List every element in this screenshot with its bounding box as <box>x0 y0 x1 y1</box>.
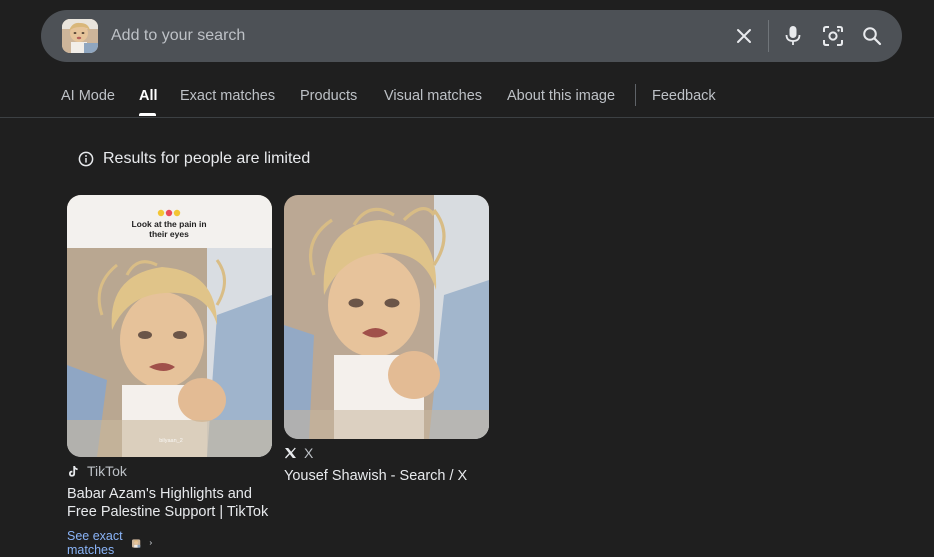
result-source-name: X <box>304 445 314 461</box>
tab-active-indicator <box>139 113 156 116</box>
result-title[interactable]: Babar Azam's Highlights and Free Palesti… <box>67 485 282 521</box>
info-icon <box>78 151 94 167</box>
overlay-caption-line2: their eyes <box>149 229 189 239</box>
tab-products[interactable]: Products <box>300 88 357 104</box>
tabs-divider <box>635 84 636 106</box>
mic-icon[interactable] <box>780 23 806 49</box>
tab-exact-matches[interactable]: Exact matches <box>180 88 275 104</box>
search-bar-divider <box>768 20 769 52</box>
search-image-thumbnail[interactable] <box>62 19 98 53</box>
tab-visual-matches[interactable]: Visual matches <box>384 88 482 104</box>
result-title-line2[interactable]: Free Palestine Support | TikTok <box>67 503 282 521</box>
tab-feedback[interactable]: Feedback <box>652 88 716 104</box>
notice-text: Results for people are limited <box>103 150 311 167</box>
clear-icon[interactable] <box>731 23 757 49</box>
tab-ai-mode[interactable]: AI Mode <box>61 88 115 104</box>
tiktok-icon <box>69 465 78 477</box>
search-icon[interactable] <box>859 23 885 49</box>
watermark-text: bilyaan_2 <box>159 438 183 444</box>
result-image[interactable] <box>284 195 489 439</box>
tab-all[interactable]: All <box>139 88 158 104</box>
result-title[interactable]: Yousef Shawish - Search / X <box>284 467 499 485</box>
result-source[interactable]: X <box>284 445 313 461</box>
result-source[interactable]: TikTok <box>67 463 127 479</box>
see-exact-matches-label[interactable]: See exact matches <box>67 529 125 557</box>
result-title-line1[interactable]: Yousef Shawish - Search / X <box>284 467 499 485</box>
results-notice: Results for people are limited <box>78 148 310 170</box>
search-tabs: AI Mode All Exact matches Products Visua… <box>0 75 934 117</box>
result-source-name: TikTok <box>87 463 127 479</box>
x-logo-icon <box>285 447 296 459</box>
chevron-right-icon <box>149 541 152 545</box>
search-bar <box>41 10 902 62</box>
see-exact-matches-link[interactable]: See exact matches <box>67 529 153 557</box>
tabs-bottom-rule <box>0 117 934 118</box>
exact-match-thumbnail <box>132 538 141 548</box>
search-input[interactable] <box>109 22 713 50</box>
tab-about-this-image[interactable]: About this image <box>507 88 615 104</box>
lens-icon[interactable] <box>820 23 846 49</box>
result-title-line1[interactable]: Babar Azam's Highlights and <box>67 485 282 503</box>
overlay-caption-line1: Look at the pain in <box>131 219 206 229</box>
result-image[interactable]: Look at the pain in their eyes bilyaan_2 <box>67 195 272 457</box>
emoji-icons <box>157 209 181 217</box>
